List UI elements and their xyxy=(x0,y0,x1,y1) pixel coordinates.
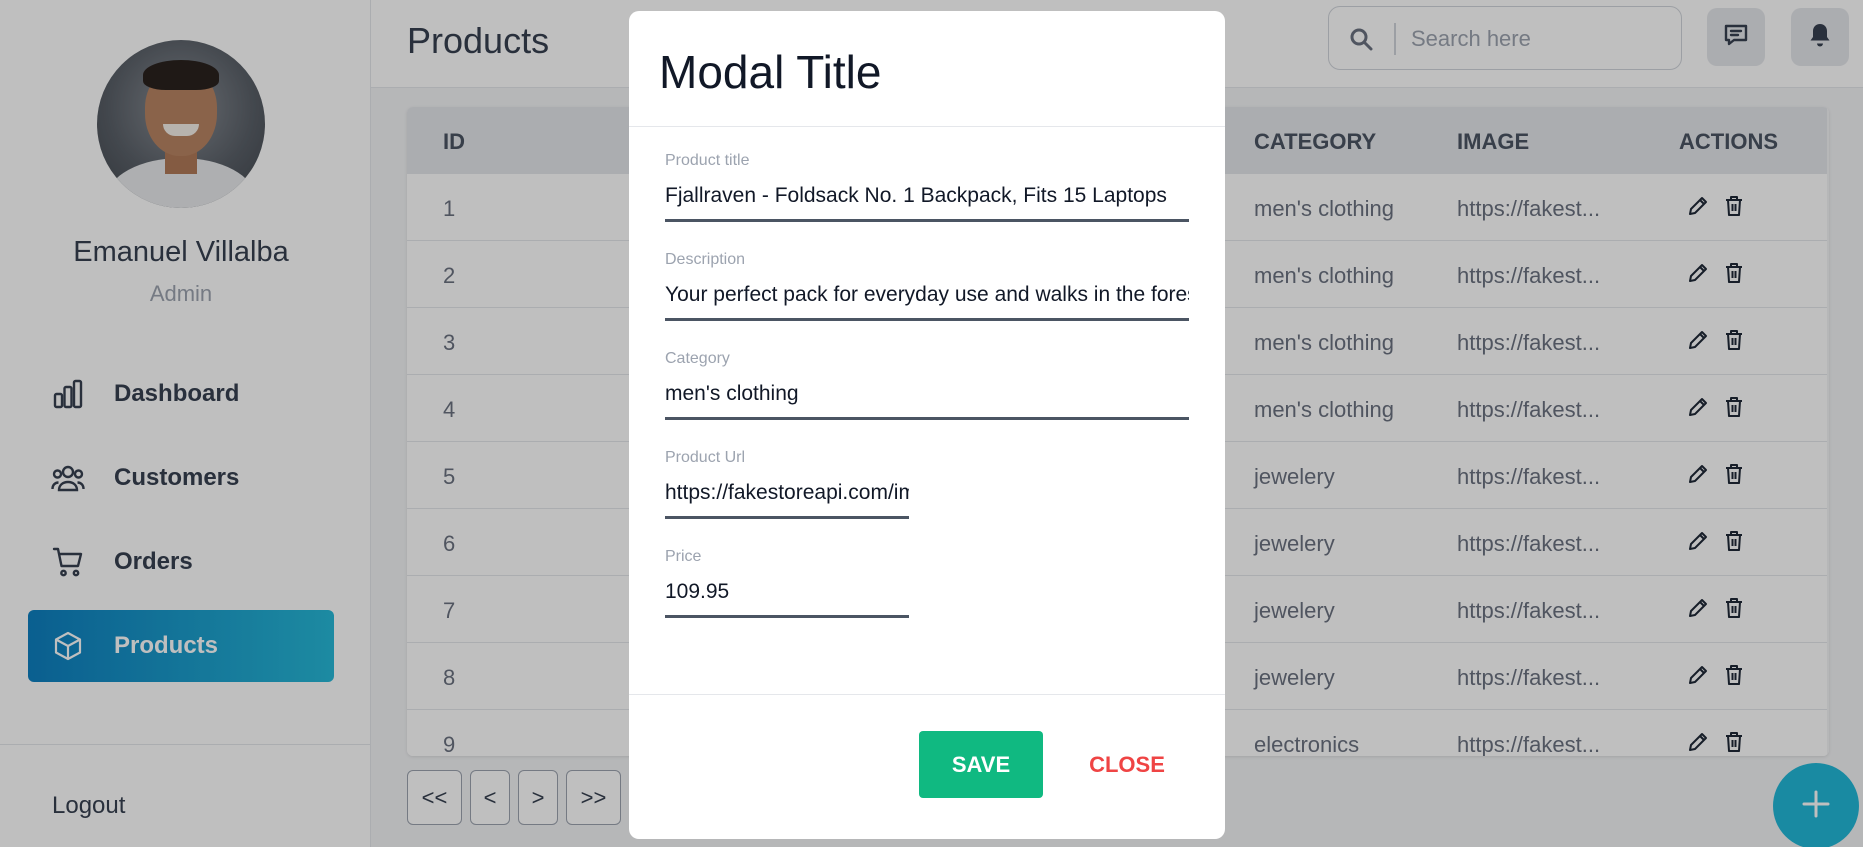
modal-divider xyxy=(629,126,1225,127)
product-modal: Modal Title Product title Description Ca… xyxy=(629,11,1225,839)
description-label: Description xyxy=(665,251,746,268)
product-title-field: Product title xyxy=(665,152,1189,222)
price-field: Price xyxy=(665,548,909,618)
category-input[interactable] xyxy=(665,376,1189,420)
product-url-field: Product Url xyxy=(665,449,909,519)
description-input[interactable] xyxy=(665,277,1189,321)
category-label: Category xyxy=(665,350,730,367)
modal-divider xyxy=(629,694,1225,695)
product-title-input[interactable] xyxy=(665,178,1189,222)
price-label: Price xyxy=(665,548,702,565)
product-url-label: Product Url xyxy=(665,449,746,466)
modal-title: Modal Title xyxy=(659,46,882,98)
product-title-label: Product title xyxy=(665,152,750,169)
description-field: Description xyxy=(665,251,1189,321)
price-input[interactable] xyxy=(665,574,909,618)
save-button[interactable]: SAVE xyxy=(919,731,1043,798)
close-button[interactable]: CLOSE xyxy=(1069,731,1185,798)
product-url-input[interactable] xyxy=(665,475,909,519)
category-field: Category xyxy=(665,350,1189,420)
